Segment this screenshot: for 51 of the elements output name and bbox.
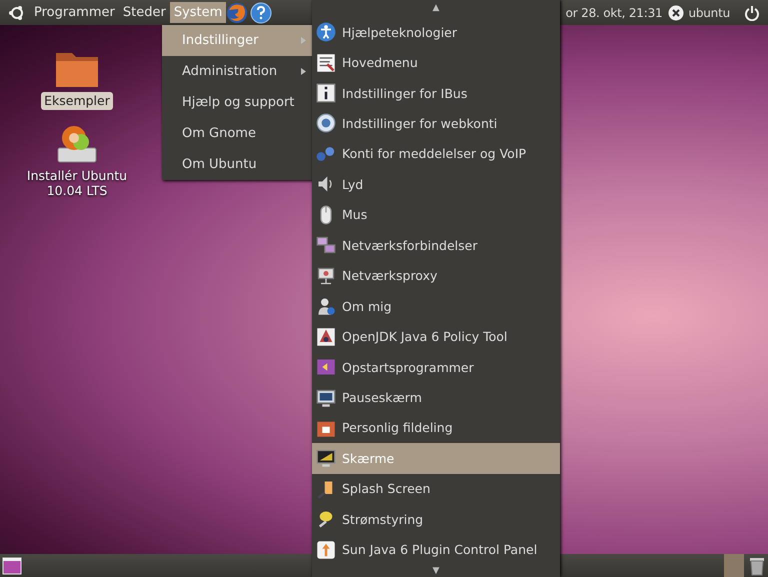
- menu-item[interactable]: Netværksforbindelser: [312, 230, 560, 260]
- menu-item[interactable]: Personlig fildeling: [312, 412, 560, 444]
- menu-item[interactable]: Pauseskærm: [312, 382, 560, 413]
- submenu-arrow-icon: [301, 37, 306, 44]
- menu-item[interactable]: Administration: [162, 56, 314, 87]
- menu-item[interactable]: Om Gnome: [162, 118, 314, 149]
- accessibility-icon: [316, 22, 336, 42]
- scroll-down-arrow[interactable]: ▼: [432, 566, 440, 576]
- submenu-arrow-icon: [301, 68, 306, 75]
- java-icon: [316, 326, 336, 347]
- ubuntu-logo-icon[interactable]: [8, 4, 26, 22]
- proxy-icon: [316, 266, 336, 286]
- java-panel-icon: [316, 540, 336, 560]
- menu-item[interactable]: Konti for meddelelser og VoIP: [312, 138, 560, 170]
- panel-menu[interactable]: Steder: [118, 2, 170, 23]
- document-icon: [316, 52, 336, 73]
- icon-label[interactable]: Installér Ubuntu 10.04 LTS: [12, 166, 142, 200]
- menu-item[interactable]: Sun Java 6 Plugin Control Panel: [312, 534, 560, 566]
- menu-item[interactable]: Mus: [312, 200, 560, 230]
- display-icon: [316, 448, 336, 468]
- icon-label[interactable]: Eksempler: [41, 92, 113, 110]
- menu-item[interactable]: Splash Screen: [312, 474, 560, 504]
- user-name[interactable]: ubuntu: [688, 6, 730, 20]
- trash-icon[interactable]: [748, 556, 766, 576]
- network-icon: [316, 235, 336, 256]
- menu-item[interactable]: Netværksproxy: [312, 260, 560, 291]
- menu-item[interactable]: Indstillinger for IBus: [312, 78, 560, 108]
- user-status-icon[interactable]: [668, 4, 684, 20]
- power-icon[interactable]: [744, 4, 760, 20]
- startup-icon: [316, 357, 336, 378]
- help-icon[interactable]: [250, 2, 272, 24]
- info-icon: [316, 83, 336, 103]
- user-icon: [316, 296, 336, 316]
- panel-menu[interactable]: Programmer: [30, 2, 119, 23]
- browser-icon[interactable]: [226, 2, 248, 24]
- menu-item[interactable]: Hovedmenu: [312, 47, 560, 78]
- menu-item[interactable]: Indstillinger for webkonti: [312, 108, 560, 139]
- show-desktop-icon[interactable]: [2, 556, 24, 574]
- menu-item[interactable]: Hjælpeteknologier: [312, 16, 560, 48]
- scroll-up-arrow[interactable]: ▲: [432, 3, 440, 14]
- menu-item[interactable]: Om Ubuntu: [162, 149, 314, 180]
- menu-item[interactable]: OpenJDK Java 6 Policy Tool: [312, 321, 560, 352]
- menu-item[interactable]: Om mig: [312, 290, 560, 322]
- menu-item[interactable]: Hjælp og support: [162, 87, 314, 118]
- clock[interactable]: or 28. okt, 21:31: [566, 6, 662, 20]
- globe-icon: [316, 113, 336, 134]
- menu-item[interactable]: Lyd: [312, 169, 560, 200]
- menu-item[interactable]: Opstartsprogrammer: [312, 352, 560, 382]
- monitor-icon: [316, 388, 336, 408]
- workspace-switcher[interactable]: [724, 554, 744, 577]
- menu-item[interactable]: Strømstyring: [312, 504, 560, 535]
